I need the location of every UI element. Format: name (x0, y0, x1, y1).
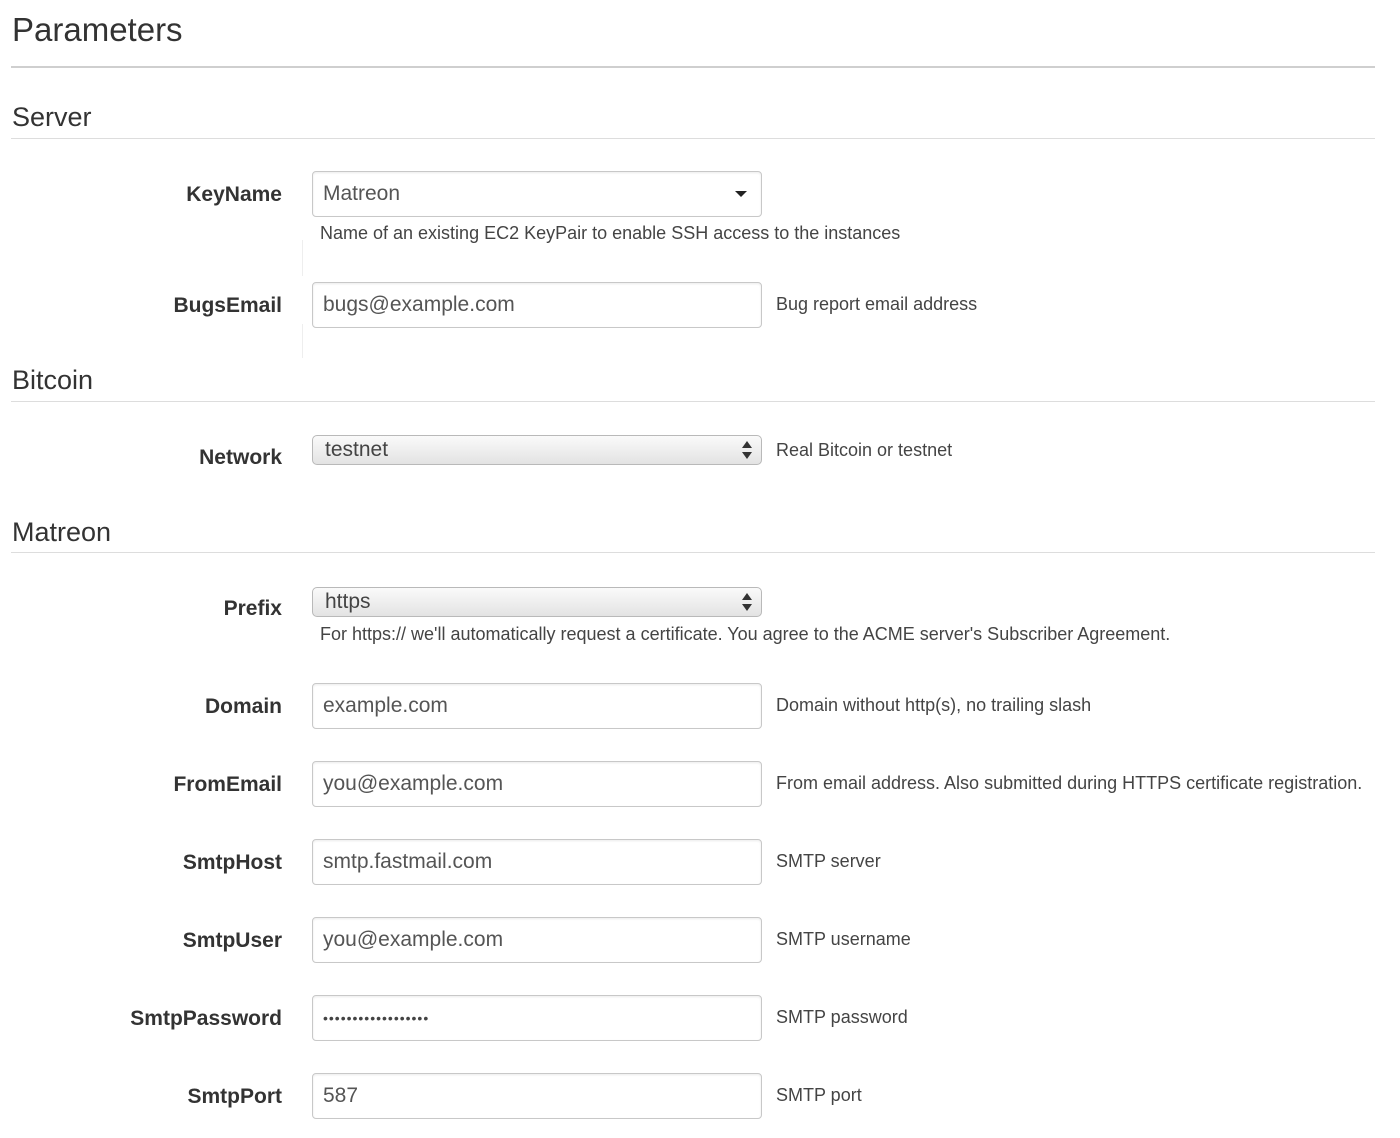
smtpport-label: SmtpPort (187, 1085, 283, 1108)
smtppassword-input[interactable]: •••••••••••••••••• (312, 995, 762, 1041)
fromemail-help: From email address. Also submitted durin… (776, 773, 1363, 793)
section-title-bitcoin: Bitcoin (12, 365, 94, 395)
smtpuser-help: SMTP username (776, 929, 911, 949)
section-divider-bitcoin (11, 401, 1375, 402)
keyname-help: Name of an existing EC2 KeyPair to enabl… (320, 223, 901, 243)
section-divider-matreon (11, 552, 1375, 553)
prefix-select[interactable]: https (312, 587, 762, 617)
smtpuser-label: SmtpUser (182, 929, 282, 952)
smtphost-input[interactable] (312, 839, 762, 885)
prefix-select-value: https (325, 590, 371, 613)
network-label: Network (199, 446, 282, 469)
bugsemail-label: BugsEmail (173, 294, 282, 317)
smtphost-help: SMTP server (776, 851, 881, 871)
fromemail-label: FromEmail (173, 773, 282, 796)
smtpport-input[interactable] (312, 1073, 762, 1119)
bugsemail-help: Bug report email address (776, 294, 978, 314)
domain-label: Domain (204, 695, 282, 718)
prefix-label: Prefix (223, 597, 282, 620)
row-divider (302, 240, 303, 276)
smtphost-label: SmtpHost (182, 851, 282, 874)
keyname-label: KeyName (186, 183, 282, 206)
bugsemail-input[interactable] (312, 282, 762, 328)
smtppassword-help: SMTP password (776, 1007, 908, 1027)
section-divider-server (11, 138, 1375, 139)
row-divider (302, 324, 303, 358)
smtpuser-input[interactable] (312, 917, 762, 963)
keyname-dropdown[interactable]: Matreon (312, 171, 762, 217)
network-select-value: testnet (325, 438, 389, 461)
smtpport-help: SMTP port (776, 1085, 862, 1105)
domain-help: Domain without http(s), no trailing slas… (776, 695, 1092, 715)
network-help: Real Bitcoin or testnet (776, 440, 953, 460)
up-down-arrows-icon (742, 441, 752, 459)
domain-input[interactable] (312, 683, 762, 729)
section-title-server: Server (12, 102, 92, 132)
fromemail-input[interactable] (312, 761, 762, 807)
page-title-divider (11, 66, 1375, 68)
caret-down-icon (735, 191, 747, 197)
keyname-dropdown-value: Matreon (323, 182, 401, 205)
network-select[interactable]: testnet (312, 435, 762, 465)
up-down-arrows-icon (742, 593, 752, 611)
section-title-matreon: Matreon (12, 517, 112, 547)
page-title: Parameters (12, 11, 183, 48)
prefix-help: For https:// we'll automatically request… (320, 624, 1171, 644)
smtppassword-label: SmtpPassword (130, 1007, 282, 1030)
